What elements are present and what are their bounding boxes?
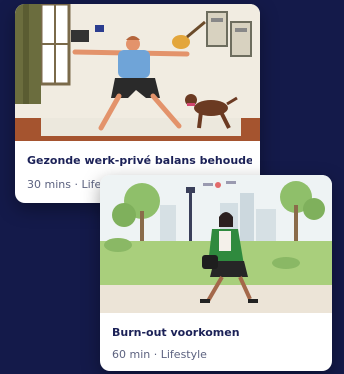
course-duration: 60 min: [112, 348, 151, 361]
course-card-work-life-balance[interactable]: Gezonde werk-privé balans behouden 30 mi…: [15, 4, 260, 203]
course-duration: 30 mins: [27, 178, 71, 191]
course-card-burnout-prevention[interactable]: Burn-out voorkomen 60 min · Lifestyle: [100, 175, 332, 371]
woman-walking-in-park-illustration: [100, 175, 332, 313]
course-title: Gezonde werk-privé balans behouden: [27, 154, 252, 167]
course-title: Burn-out voorkomen: [112, 326, 240, 339]
course-meta: 60 min · Lifestyle: [112, 348, 207, 361]
meta-separator: ·: [153, 348, 158, 361]
yoga-with-dog-illustration: [15, 4, 260, 141]
course-category: Lifestyle: [160, 348, 207, 361]
meta-separator: ·: [74, 178, 78, 191]
